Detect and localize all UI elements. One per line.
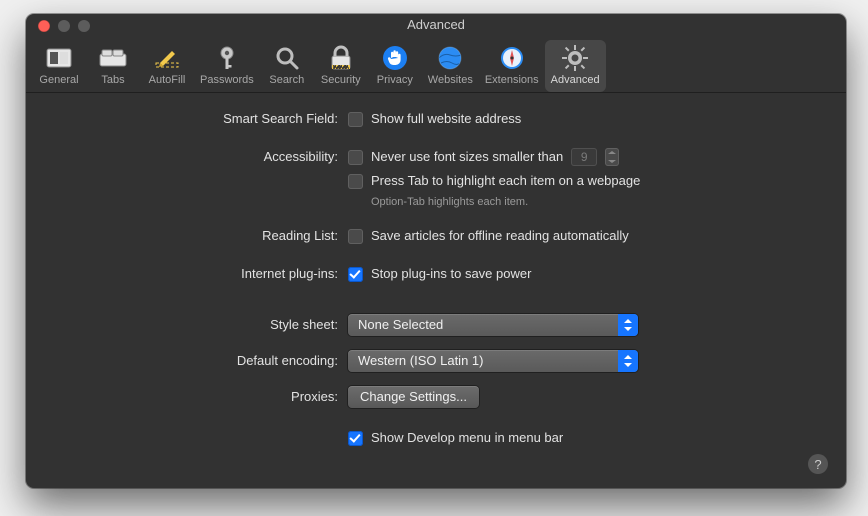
gear-icon [561, 44, 589, 72]
min-font-size-field[interactable]: 9 [571, 148, 597, 166]
window-controls [38, 20, 90, 32]
preferences-toolbar: General Tabs AutoFill Passwords Search [26, 36, 846, 93]
press-tab-text: Press Tab to highlight each item on a we… [371, 171, 640, 191]
lock-icon [327, 44, 355, 72]
chevron-updown-icon [618, 314, 638, 336]
plugins-label: Internet plug-ins: [50, 264, 348, 284]
show-full-url-text: Show full website address [371, 109, 521, 129]
tab-general[interactable]: General [32, 40, 86, 92]
reading-list-label: Reading List: [50, 226, 348, 246]
tabs-icon [99, 44, 127, 72]
hand-icon [381, 44, 409, 72]
proxies-label: Proxies: [50, 386, 348, 408]
min-font-size-stepper[interactable] [605, 148, 619, 166]
close-button[interactable] [38, 20, 50, 32]
stop-plugins-checkbox[interactable] [348, 267, 363, 282]
show-full-url-checkbox[interactable] [348, 112, 363, 127]
titlebar: Advanced [26, 14, 846, 36]
encoding-value: Western (ISO Latin 1) [358, 353, 483, 368]
pencil-icon [153, 44, 181, 72]
encoding-label: Default encoding: [50, 350, 348, 372]
advanced-pane: Smart Search Field: Show full website ad… [26, 93, 846, 488]
window-title: Advanced [26, 14, 846, 36]
minimize-button[interactable] [58, 20, 70, 32]
press-tab-checkbox[interactable] [348, 174, 363, 189]
style-sheet-label: Style sheet: [50, 314, 348, 336]
globe-icon [436, 44, 464, 72]
help-button[interactable]: ? [808, 454, 828, 474]
tab-search[interactable]: Search [260, 40, 314, 92]
preferences-window: Advanced General Tabs AutoFill Passwords [26, 14, 846, 488]
show-develop-menu-text: Show Develop menu in menu bar [371, 428, 563, 448]
min-font-size-checkbox[interactable] [348, 150, 363, 165]
tab-advanced[interactable]: Advanced [545, 40, 606, 92]
tab-websites[interactable]: Websites [422, 40, 479, 92]
search-icon [273, 44, 301, 72]
stop-plugins-text: Stop plug-ins to save power [371, 264, 531, 284]
offline-reading-checkbox[interactable] [348, 229, 363, 244]
tab-tabs[interactable]: Tabs [86, 40, 140, 92]
show-develop-menu-checkbox[interactable] [348, 431, 363, 446]
accessibility-label: Accessibility: [50, 147, 348, 167]
style-sheet-select[interactable]: None Selected [348, 314, 638, 336]
offline-reading-text: Save articles for offline reading automa… [371, 226, 629, 246]
key-icon [213, 44, 241, 72]
compass-icon [498, 44, 526, 72]
change-settings-button[interactable]: Change Settings... [348, 386, 479, 408]
tab-passwords[interactable]: Passwords [194, 40, 260, 92]
min-font-size-text: Never use font sizes smaller than [371, 147, 563, 167]
tab-privacy[interactable]: Privacy [368, 40, 422, 92]
encoding-select[interactable]: Western (ISO Latin 1) [348, 350, 638, 372]
smart-search-label: Smart Search Field: [50, 109, 348, 129]
chevron-updown-icon [618, 350, 638, 372]
switch-icon [45, 44, 73, 72]
style-sheet-value: None Selected [358, 317, 443, 332]
tab-extensions[interactable]: Extensions [479, 40, 545, 92]
tab-security[interactable]: Security [314, 40, 368, 92]
zoom-button[interactable] [78, 20, 90, 32]
press-tab-hint: Option-Tab highlights each item. [371, 196, 640, 208]
tab-autofill[interactable]: AutoFill [140, 40, 194, 92]
